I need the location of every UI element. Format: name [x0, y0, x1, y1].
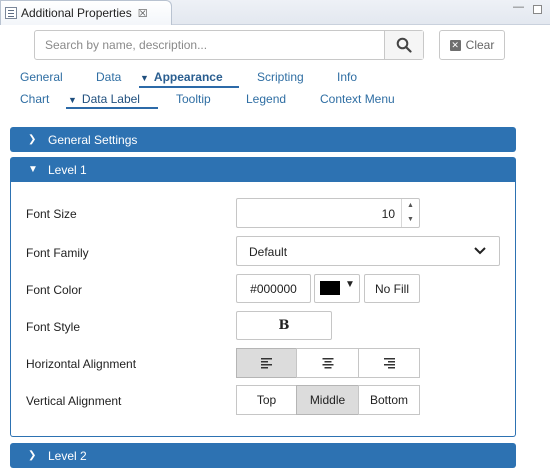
search-button[interactable] — [384, 31, 423, 59]
section-title: Level 1 — [48, 162, 87, 177]
align-center-icon — [322, 358, 333, 369]
section-title: General Settings — [48, 132, 138, 147]
font-size-value: 10 — [381, 207, 395, 221]
tab-appearance-label: Appearance — [153, 70, 223, 84]
subtab-chart[interactable]: Chart — [20, 92, 49, 106]
view-tab-additional-properties[interactable]: Additional Properties ☒ — [0, 0, 172, 25]
appearance-tab-underline — [139, 86, 239, 88]
chevron-down-icon — [474, 247, 486, 255]
align-right-icon — [384, 358, 395, 369]
section-general-settings[interactable]: ❯ General Settings — [10, 127, 516, 152]
align-center-button[interactable] — [296, 348, 359, 378]
font-color-picker[interactable]: ▼ — [314, 274, 360, 303]
subtab-tooltip[interactable]: Tooltip — [176, 92, 211, 106]
decrement-icon[interactable]: ▼ — [402, 213, 419, 227]
chevron-right-icon: ❯ — [28, 134, 37, 145]
tab-appearance[interactable]: ▼ Appearance — [140, 70, 223, 84]
chevron-down-icon: ▼ — [68, 95, 77, 105]
no-fill-label: No Fill — [374, 281, 409, 296]
subtab-legend[interactable]: Legend — [246, 92, 286, 106]
search-box — [34, 30, 424, 60]
font-color-hex-value: #000000 — [250, 281, 297, 296]
section-level-1[interactable]: ▼ Level 1 — [10, 157, 516, 182]
tab-info[interactable]: Info — [337, 70, 357, 84]
font-color-label: Font Color — [26, 283, 83, 297]
search-icon — [396, 37, 412, 53]
spinner-arrows: ▲ ▼ — [401, 199, 419, 227]
search-input[interactable] — [35, 31, 384, 59]
chevron-right-icon: ❯ — [28, 450, 37, 461]
clear-button[interactable]: ✕ Clear — [439, 30, 505, 60]
view-tabbar: Additional Properties ☒ — — [0, 0, 550, 25]
data-label-tab-underline — [66, 107, 158, 109]
maximize-icon[interactable] — [533, 5, 542, 14]
vertical-alignment-label: Vertical Alignment — [26, 394, 122, 408]
chevron-down-icon: ▼ — [28, 164, 38, 175]
valign-middle-button[interactable]: Middle — [296, 385, 359, 415]
caret-down-icon: ▼ — [345, 279, 355, 290]
subtab-context-menu[interactable]: Context Menu — [320, 92, 395, 106]
font-family-value: Default — [249, 245, 288, 259]
tab-general[interactable]: General — [20, 70, 63, 84]
subtab-data-label[interactable]: ▼ Data Label — [68, 92, 140, 106]
increment-icon[interactable]: ▲ — [402, 199, 419, 213]
font-size-label: Font Size — [26, 207, 77, 221]
font-color-hex-input[interactable]: #000000 — [236, 274, 311, 303]
horizontal-alignment-label: Horizontal Alignment — [26, 357, 137, 371]
bold-icon: B — [278, 318, 290, 333]
align-left-button[interactable] — [236, 348, 297, 378]
clear-x-icon: ✕ — [449, 39, 461, 51]
tab-scripting[interactable]: Scripting — [257, 70, 304, 84]
align-left-icon — [260, 358, 272, 369]
font-family-label: Font Family — [26, 246, 89, 260]
properties-view-icon — [5, 7, 17, 19]
color-swatch — [320, 281, 340, 295]
section-title: Level 2 — [48, 448, 87, 463]
clear-button-label: Clear — [465, 38, 495, 52]
view-tab-title: Additional Properties — [21, 6, 132, 20]
tab-data[interactable]: Data — [96, 70, 121, 84]
valign-bottom-button[interactable]: Bottom — [358, 385, 420, 415]
close-icon[interactable]: ☒ — [138, 7, 148, 20]
valign-top-button[interactable]: Top — [236, 385, 297, 415]
primary-tabs: General Data ▼ Appearance Scripting Info — [0, 70, 550, 88]
font-style-label: Font Style — [26, 320, 81, 334]
minimize-icon[interactable]: — — [513, 1, 524, 13]
bold-toggle[interactable]: B — [236, 311, 332, 340]
font-size-stepper[interactable]: 10 ▲ ▼ — [236, 198, 420, 228]
chevron-down-icon: ▼ — [140, 73, 149, 83]
align-right-button[interactable] — [358, 348, 420, 378]
section-level-2[interactable]: ❯ Level 2 — [10, 443, 516, 468]
no-fill-button[interactable]: No Fill — [364, 274, 420, 303]
subtab-data-label-label: Data Label — [81, 92, 140, 106]
font-family-select[interactable]: Default — [236, 236, 500, 266]
